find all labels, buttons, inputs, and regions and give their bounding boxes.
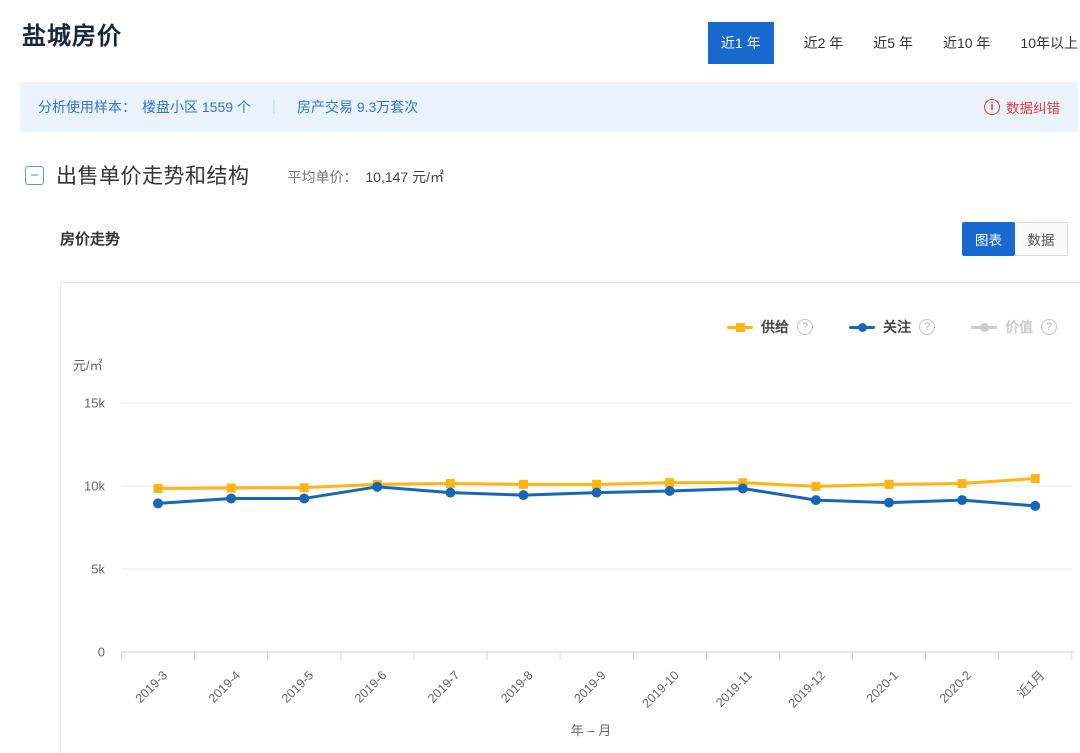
section-header: − 出售单价走势和结构 平均单价： 10,147 元/㎡	[25, 160, 444, 190]
time-range-tabs: 近1 年 近2 年 近5 年 近10 年 10年以上	[708, 22, 1078, 64]
svg-text:5k: 5k	[91, 562, 105, 577]
trend-title: 房价走势	[60, 228, 120, 249]
svg-text:2019-3: 2019-3	[133, 668, 170, 705]
section-title: 出售单价走势和结构	[56, 160, 250, 190]
svg-text:2019-10: 2019-10	[639, 668, 681, 710]
svg-text:0: 0	[98, 645, 105, 660]
svg-text:2019-4: 2019-4	[206, 668, 243, 705]
data-view-button[interactable]: 数据	[1015, 222, 1068, 256]
data-correction-link[interactable]: i 数据纠错	[984, 97, 1060, 117]
sample-info-bar: 分析使用样本： 楼盘小区 1559 个 ｜ 房产交易 9.3万套次 i 数据纠错	[20, 82, 1078, 132]
collapse-minus-icon[interactable]: −	[25, 166, 44, 185]
sample-community-count: 楼盘小区 1559 个	[142, 97, 251, 117]
average-price: 平均单价： 10,147 元/㎡	[288, 163, 445, 187]
svg-text:15k: 15k	[84, 396, 105, 411]
average-price-value: 10,147 元/㎡	[365, 169, 444, 185]
svg-text:2019-8: 2019-8	[498, 668, 535, 705]
tab-2-year[interactable]: 近2 年	[804, 22, 844, 64]
view-toggle: 图表 数据	[962, 222, 1068, 256]
svg-text:2020-1: 2020-1	[864, 668, 901, 705]
svg-text:10k: 10k	[84, 479, 105, 494]
svg-text:2019-7: 2019-7	[425, 668, 462, 705]
svg-text:2020-2: 2020-2	[937, 668, 974, 705]
trend-chart-svg: 0 5k 10k 15k 2019-3 2019-4 2019-5 2019-6 2019-7 2…	[61, 283, 1080, 753]
average-price-label: 平均单价：	[288, 169, 358, 185]
svg-text:2019-5: 2019-5	[279, 668, 316, 705]
tab-10-year[interactable]: 近10 年	[943, 22, 990, 64]
svg-text:近1月: 近1月	[1015, 668, 1047, 700]
sample-info-text: 分析使用样本： 楼盘小区 1559 个 ｜ 房产交易 9.3万套次	[38, 97, 418, 117]
svg-text:年 – 月: 年 – 月	[571, 723, 611, 738]
data-correction-label: 数据纠错	[1006, 97, 1060, 117]
svg-text:2019-9: 2019-9	[571, 668, 608, 705]
sample-info-label: 分析使用样本：	[38, 97, 136, 117]
svg-text:2019-11: 2019-11	[713, 668, 755, 710]
info-divider: ｜	[267, 97, 281, 117]
tab-5-year[interactable]: 近5 年	[873, 22, 913, 64]
tab-1-year[interactable]: 近1 年	[708, 22, 774, 64]
info-circle-icon: i	[984, 99, 1000, 115]
svg-text:2019-12: 2019-12	[786, 668, 828, 710]
sample-transaction-count: 房产交易 9.3万套次	[297, 97, 418, 117]
chart-view-button[interactable]: 图表	[962, 222, 1015, 256]
svg-text:2019-6: 2019-6	[352, 668, 389, 705]
page-title: 盐城房价	[22, 16, 122, 51]
tab-over-10-year[interactable]: 10年以上	[1020, 22, 1078, 64]
trend-chart-card: 供给 ? 关注 ? 价值 ? 元/㎡ 05k10k15k2019-32019-4…	[60, 282, 1080, 753]
